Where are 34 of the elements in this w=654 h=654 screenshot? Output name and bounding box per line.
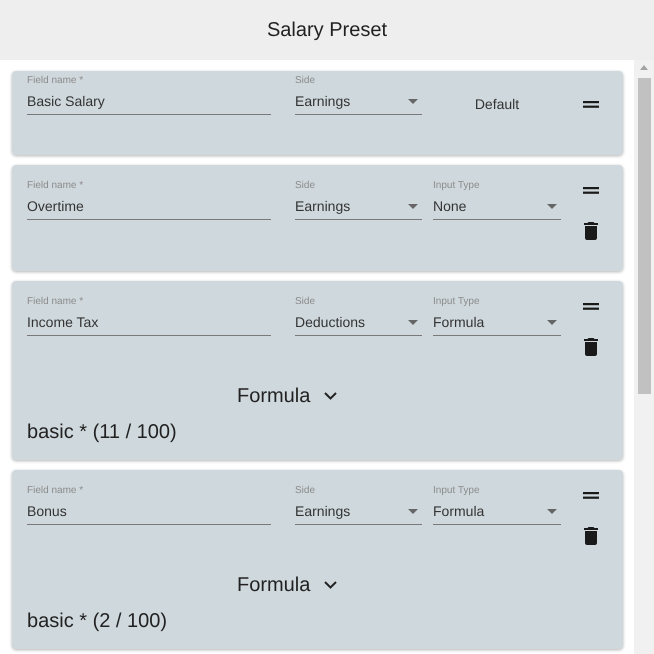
dropdown-caret-icon — [547, 508, 557, 514]
dropdown-caret-icon — [547, 204, 557, 208]
dropdown-caret-icon — [408, 98, 418, 104]
field-name-input[interactable]: Field name * Income Tax — [27, 296, 271, 336]
dropdown-caret-icon — [547, 320, 557, 324]
trash-icon[interactable] — [584, 527, 598, 545]
side-select[interactable]: Side Earnings — [295, 485, 422, 525]
side-select[interactable]: Side Earnings — [295, 180, 422, 220]
drag-handle-icon[interactable] — [583, 187, 599, 194]
trash-icon[interactable] — [584, 338, 598, 356]
formula-toggle[interactable]: Formula — [237, 571, 338, 599]
chevron-down-icon — [324, 392, 338, 400]
chevron-down-icon — [324, 581, 338, 589]
formula-text: basic * (2 / 100) — [27, 609, 168, 634]
field-name-input[interactable]: Field name * Overtime — [27, 180, 271, 220]
drag-handle-icon[interactable] — [583, 303, 599, 310]
field-name-input[interactable]: Field name * Bonus — [27, 485, 271, 525]
input-type-select[interactable]: Input Type Formula — [433, 296, 561, 336]
drag-handle-icon[interactable] — [583, 492, 599, 499]
side-select[interactable]: Side Deductions — [295, 296, 422, 336]
input-type-select[interactable]: Input Type Formula — [433, 485, 561, 525]
dropdown-caret-icon — [408, 508, 418, 514]
formula-text: basic * (11 / 100) — [27, 420, 177, 445]
formula-toggle[interactable]: Formula — [237, 382, 338, 410]
dropdown-caret-icon — [408, 204, 418, 208]
drag-handle-icon[interactable] — [583, 101, 599, 108]
trash-icon[interactable] — [584, 222, 598, 240]
side-select[interactable]: Side Earnings — [295, 75, 422, 115]
scrollbar-thumb[interactable] — [638, 78, 650, 394]
dropdown-caret-icon — [408, 320, 418, 324]
input-type-select[interactable]: Input Type None — [433, 180, 561, 220]
page-title: Salary Preset — [266, 18, 388, 43]
default-label: Default — [474, 95, 520, 114]
field-name-input[interactable]: Field name * Basic Salary — [27, 75, 271, 115]
